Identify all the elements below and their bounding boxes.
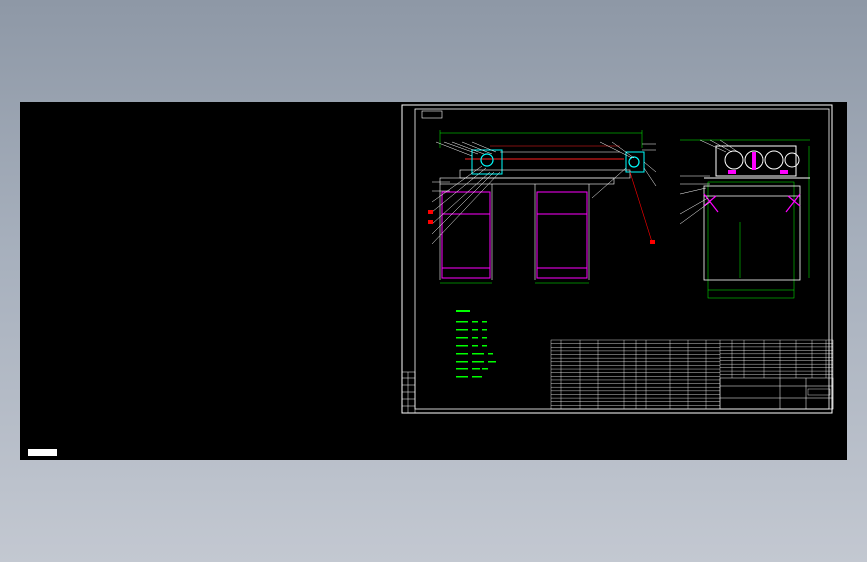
- support-leg-right: [536, 191, 588, 279]
- truss-frame: [439, 151, 631, 185]
- side-leg-braces: [703, 193, 801, 213]
- left-red-markers: [428, 210, 433, 224]
- drawing-canvas[interactable]: [20, 102, 847, 460]
- head-pulley: [628, 156, 640, 168]
- right-red-leader: [629, 171, 653, 243]
- front-view: [428, 130, 657, 284]
- model-tab[interactable]: [28, 449, 57, 456]
- tail-pulley: [480, 153, 494, 167]
- drawing-label-box: [421, 110, 443, 119]
- cad-application-window: [0, 0, 867, 562]
- support-leg-left: [441, 191, 491, 279]
- sheet-outer-border: [401, 104, 833, 414]
- drawing-viewport[interactable]: [20, 102, 847, 460]
- parts-list-table: [550, 339, 834, 410]
- note-marks: [456, 310, 496, 378]
- side-view-dimensions: [680, 139, 810, 299]
- side-rollers: [704, 145, 810, 179]
- right-red-marker: [650, 240, 655, 244]
- leg-structure: [439, 184, 590, 280]
- margin-table: [401, 371, 416, 414]
- side-legs: [703, 185, 801, 281]
- side-roller-accent: [728, 152, 788, 174]
- technical-notes: [456, 310, 496, 378]
- title-block: [719, 377, 834, 410]
- side-view: [679, 139, 810, 299]
